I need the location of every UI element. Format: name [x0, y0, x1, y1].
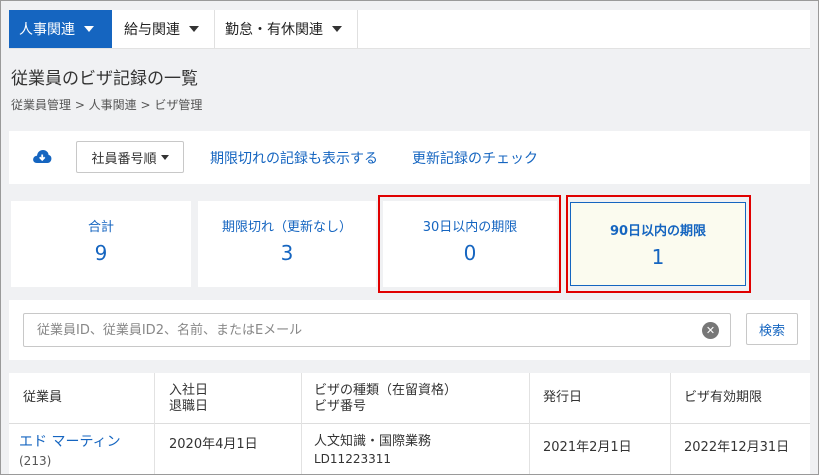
header-employee[interactable]: 従業員 — [23, 390, 62, 406]
column-divider — [529, 373, 530, 474]
search-button[interactable]: 検索 — [746, 313, 798, 345]
stat-card-value: 3 — [280, 241, 294, 265]
header-visa-type[interactable]: ビザの種類（在留資格） — [314, 383, 457, 399]
column-divider — [301, 373, 302, 474]
stat-card-label: 合計 — [87, 220, 114, 235]
stat-card-value: 9 — [94, 241, 108, 265]
visa-table: 従業員 入社日 退職日 ビザの種類（在留資格） ビザ番号 発行日 ビザ有効期限 … — [9, 373, 810, 474]
column-divider — [670, 373, 671, 474]
nav-payroll-label: 給与関連 — [124, 22, 180, 38]
header-leave-date[interactable]: 退職日 — [169, 399, 208, 415]
sort-dropdown-label: 社員番号順 — [91, 151, 157, 167]
header-visa-number[interactable]: ビザ番号 — [314, 399, 366, 415]
stat-card-30-days[interactable]: 30日以内の期限 0 — [383, 201, 557, 287]
sort-dropdown[interactable]: 社員番号順 — [76, 141, 184, 173]
clear-icon[interactable]: ✕ — [702, 322, 719, 339]
breadcrumb[interactable]: 従業員管理 > 人事関連 > ビザ管理 — [11, 96, 202, 113]
stat-card-label: 期限切れ（更新なし） — [221, 220, 352, 235]
stat-card-value: 0 — [463, 241, 477, 265]
stat-card-expired[interactable]: 期限切れ（更新なし） 3 — [198, 201, 376, 287]
stat-card-label: 30日以内の期限 — [422, 220, 518, 235]
table-header: 従業員 入社日 退職日 ビザの種類（在留資格） ビザ番号 発行日 ビザ有効期限 — [9, 373, 810, 424]
stat-card-value: 1 — [651, 245, 665, 269]
header-hire-date[interactable]: 入社日 — [169, 383, 208, 399]
expiry-date: 2022年12月31日 — [684, 440, 790, 455]
nav-divider — [357, 10, 358, 48]
cloud-download-icon[interactable] — [32, 148, 52, 168]
renewal-check-link[interactable]: 更新記録のチェック — [412, 148, 538, 168]
search-input[interactable] — [23, 313, 731, 347]
toolbar: 社員番号順 期限切れの記録も表示する 更新記録のチェック — [9, 131, 810, 184]
employee-id: (213) — [19, 454, 52, 468]
chevron-down-icon — [160, 154, 169, 160]
visa-number: LD11223311 — [314, 452, 392, 466]
header-expiry-date[interactable]: ビザ有効期限 — [684, 390, 762, 406]
visa-type: 人文知識・国際業務 — [314, 434, 432, 449]
header-issue-date[interactable]: 発行日 — [543, 390, 582, 406]
nav-hr[interactable]: 人事関連 — [9, 10, 112, 48]
stat-card-total[interactable]: 合計 9 — [11, 201, 191, 287]
nav-hr-label: 人事関連 — [19, 22, 75, 38]
column-divider — [154, 373, 155, 474]
nav-divider — [214, 10, 215, 48]
stat-card-label: 90日以内の期限 — [609, 224, 707, 239]
nav-payroll[interactable]: 給与関連 — [124, 10, 199, 48]
stat-card-90-days[interactable]: 90日以内の期限 1 — [570, 202, 746, 286]
chevron-down-icon — [332, 26, 342, 32]
app-frame: 人事関連 給与関連 勤怠・有休関連 従業員のビザ記録の一覧 従業員管理 > 人事… — [0, 0, 819, 475]
top-nav: 人事関連 給与関連 勤怠・有休関連 — [9, 10, 810, 49]
nav-attendance[interactable]: 勤怠・有休関連 — [225, 10, 342, 48]
hire-date: 2020年4月1日 — [169, 437, 258, 452]
show-expired-link[interactable]: 期限切れの記録も表示する — [210, 148, 378, 168]
chevron-down-icon — [189, 26, 199, 32]
chevron-down-icon — [84, 26, 94, 32]
employee-name-link[interactable]: エド マーティン — [19, 434, 121, 450]
issue-date: 2021年2月1日 — [543, 440, 632, 455]
page-title: 従業員のビザ記録の一覧 — [11, 69, 198, 89]
search-panel: ✕ 検索 — [9, 300, 810, 360]
nav-attendance-label: 勤怠・有休関連 — [225, 22, 323, 38]
